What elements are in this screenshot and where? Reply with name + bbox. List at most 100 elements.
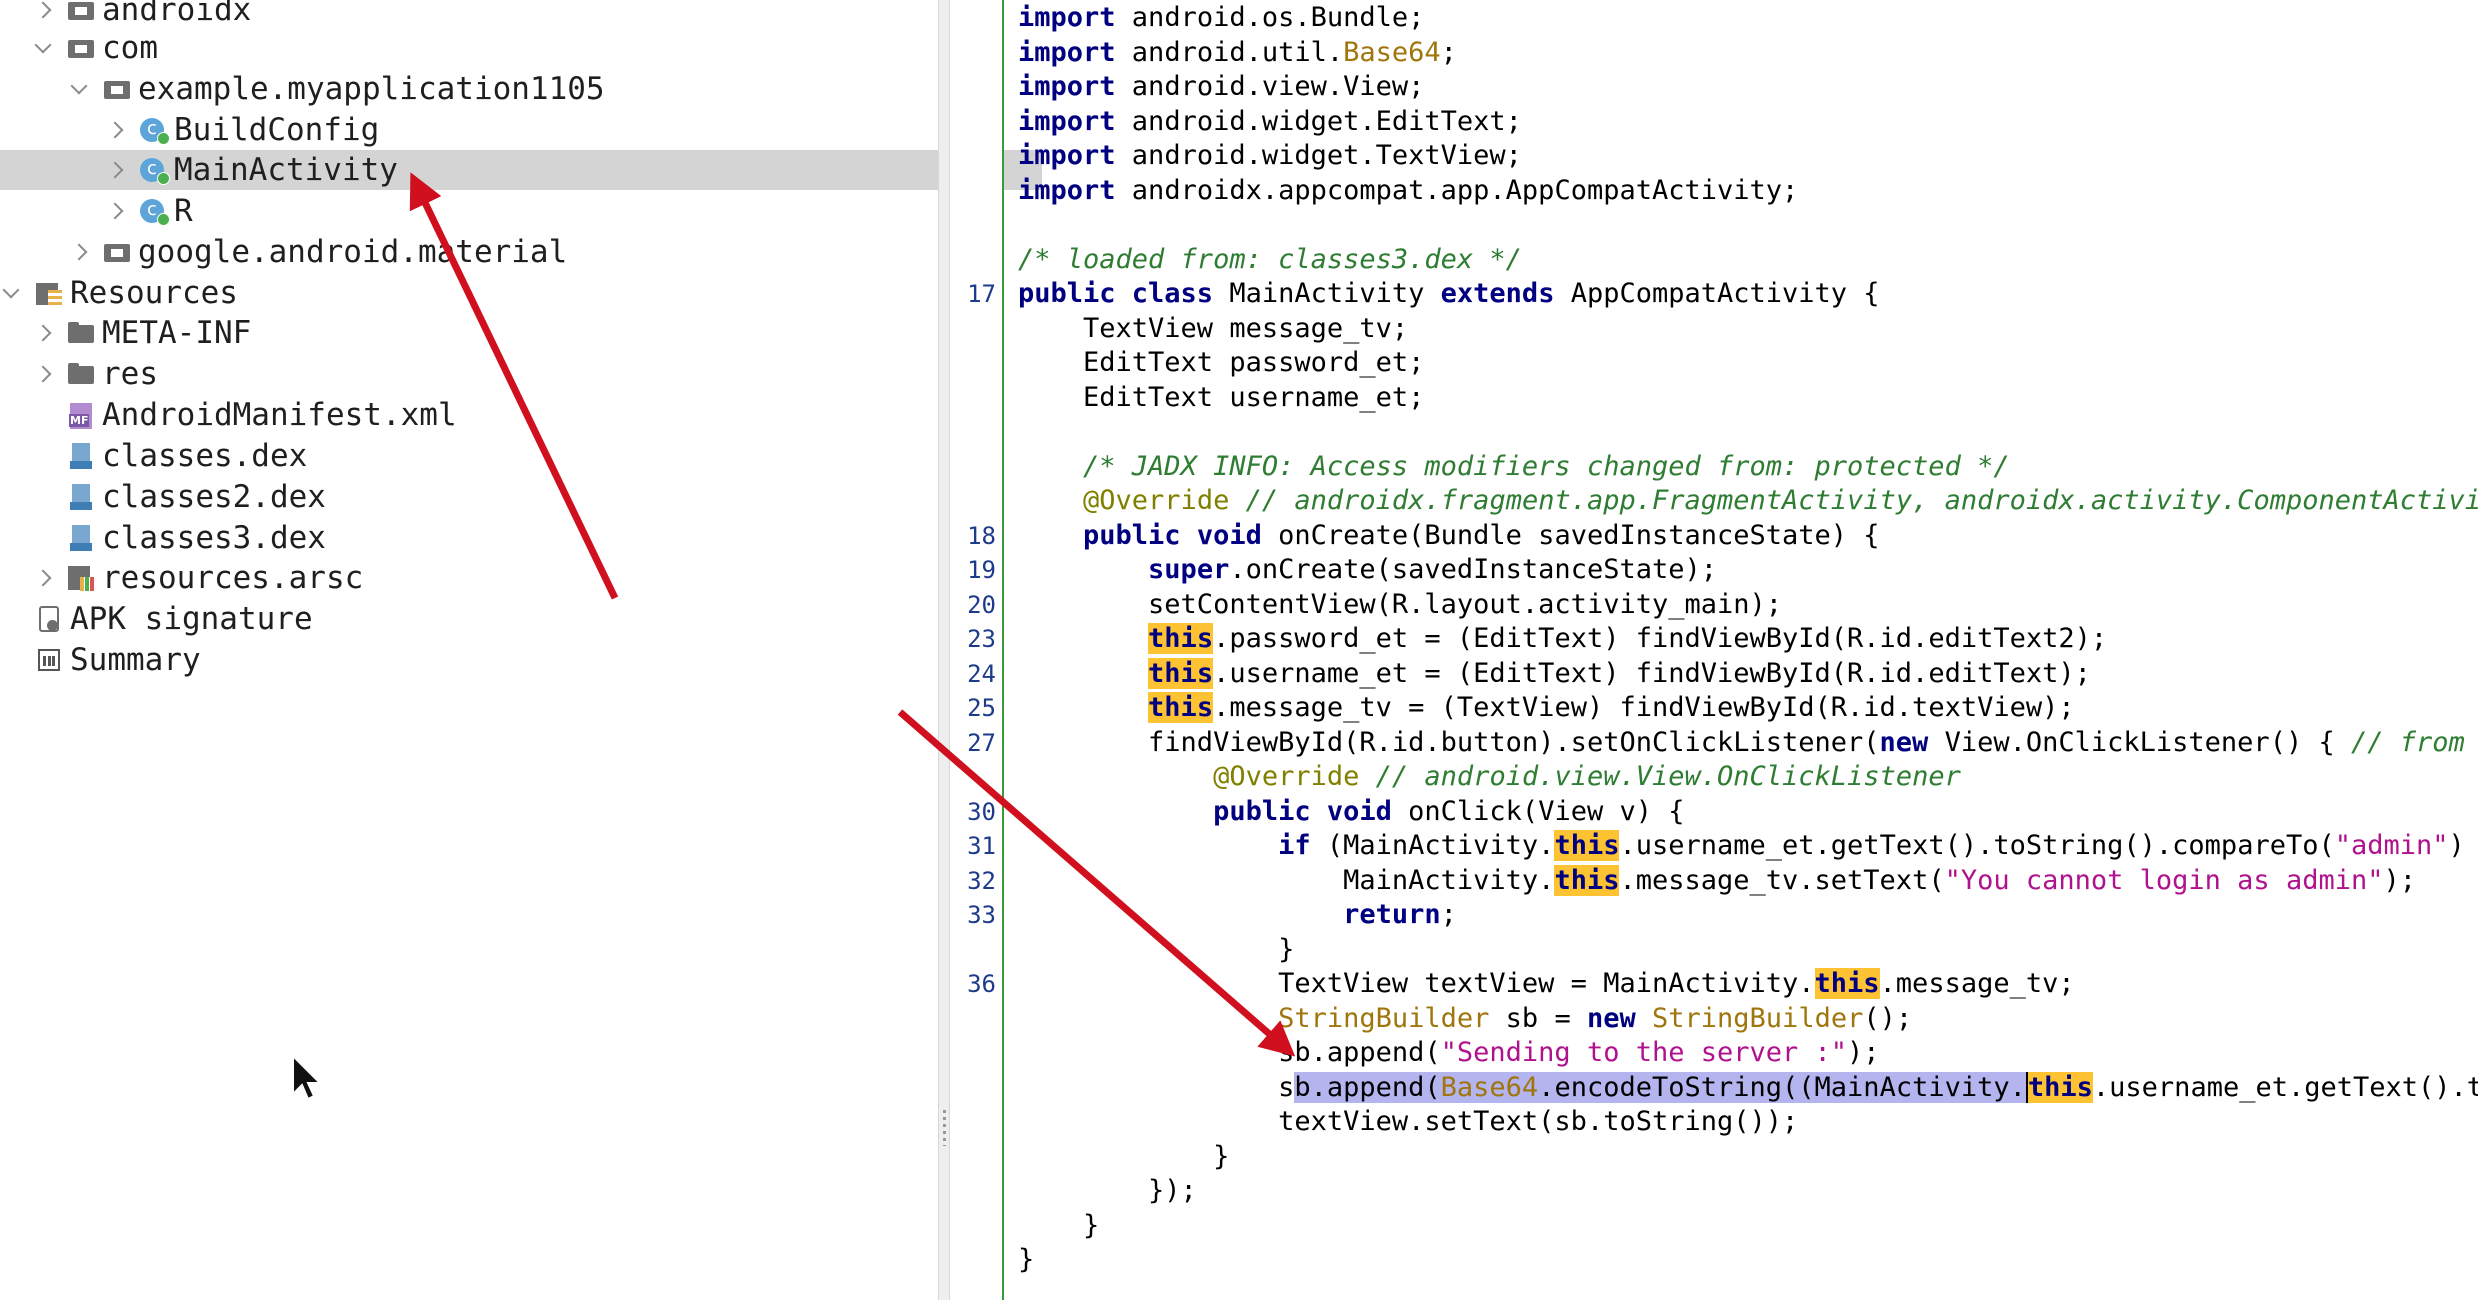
code-token: import xyxy=(1018,105,1116,137)
tree-item[interactable]: com xyxy=(0,28,970,68)
tree-item-label: classes.dex xyxy=(102,438,308,474)
code-token: textView.setText(sb.toString()); xyxy=(1018,1106,1799,1137)
tree-item[interactable]: R xyxy=(0,191,1042,231)
tree-item[interactable]: res xyxy=(0,354,970,394)
tree-item-label: Resources xyxy=(70,275,238,311)
chevron-right-icon[interactable] xyxy=(32,0,54,30)
code-token: this xyxy=(1148,657,1214,689)
chevron-right-icon[interactable] xyxy=(32,313,54,353)
code-token: this xyxy=(1814,968,1880,999)
code-line: } xyxy=(1018,933,1294,968)
chevron-down-icon[interactable] xyxy=(32,28,54,68)
folder-icon xyxy=(66,318,96,348)
code-token: ; xyxy=(1440,899,1457,930)
code-token: import xyxy=(1018,2,1116,33)
line-number: 30 xyxy=(967,797,996,826)
code-line: textView.setText(sb.toString()); xyxy=(1018,1105,1798,1140)
project-tree: androidxcom example.myapplication1105 Buil… xyxy=(0,0,1042,1300)
code-token: /* JADX INFO: Access modifiers changed f… xyxy=(1083,450,2010,482)
code-line: this.message_tv = (TextView) findViewByI… xyxy=(1018,691,2075,726)
chevron-down-icon[interactable] xyxy=(0,273,22,313)
tree-item[interactable]: google.android.material xyxy=(0,232,1006,272)
tree-item[interactable]: resources.arsc xyxy=(0,558,970,598)
code-token: .message_tv.setText( xyxy=(1619,864,1945,896)
tree-item[interactable]: Resources xyxy=(0,273,938,313)
code-token: "Sending to the server :" xyxy=(1440,1037,1848,1068)
code-token: this xyxy=(2025,1071,2093,1103)
code-line: EditText username_et; xyxy=(1018,381,1424,416)
code-token: (MainActivity. xyxy=(1310,830,1555,861)
line-number: 32 xyxy=(967,866,996,895)
line-number: 20 xyxy=(967,590,996,619)
code-token: import xyxy=(1018,36,1116,68)
code-line: TextView textView = MainActivity.this.me… xyxy=(1018,967,2075,1002)
code-token: (); xyxy=(1863,1002,1913,1034)
tree-item-label: AndroidManifest.xml xyxy=(102,397,457,433)
tree-item-label: APK signature xyxy=(70,601,313,637)
line-number: 36 xyxy=(967,970,996,998)
code-token: EditText username_et; xyxy=(1018,381,1425,413)
tree-item[interactable]: example.myapplication1105 xyxy=(0,69,1006,109)
code-token: android.view.View; xyxy=(1115,71,1425,102)
chevron-right-icon[interactable] xyxy=(104,150,126,190)
code-line: @Override // android.view.View.OnClickLi… xyxy=(1018,760,1961,795)
tree-item-label: META-INF xyxy=(102,315,252,351)
code-token: this xyxy=(1148,692,1214,723)
signature-icon xyxy=(34,604,64,634)
manifest-icon xyxy=(66,400,96,430)
line-number: 23 xyxy=(967,625,996,653)
chevron-down-icon[interactable] xyxy=(68,69,90,109)
code-token: ); xyxy=(1847,1037,1880,1068)
tree-item[interactable]: BuildConfig xyxy=(0,110,1042,150)
chevron-right-icon[interactable] xyxy=(104,191,126,231)
code-line: import android.view.View; xyxy=(1018,70,1424,105)
chevron-right-icon[interactable] xyxy=(68,232,90,272)
tree-item[interactable]: MainActivity xyxy=(0,150,1042,190)
code-token: import xyxy=(1018,174,1116,206)
class-icon xyxy=(138,196,170,226)
splitter-grip-icon[interactable] xyxy=(943,1110,946,1146)
code-line: } xyxy=(1018,1209,1099,1244)
tree-item[interactable]: Summary xyxy=(0,640,938,680)
code-token: .username_et.getText().toString().compar… xyxy=(1619,830,2335,861)
code-token: @Override xyxy=(1083,485,1230,516)
code-line: import android.util.Base64; xyxy=(1018,36,1457,71)
code-token: .username_et = (EditText) findViewById(R… xyxy=(1213,657,2091,689)
chevron-right-icon[interactable] xyxy=(32,354,54,394)
code-token: this xyxy=(1554,864,1620,896)
panel-splitter[interactable] xyxy=(938,0,950,1300)
code-line: }); xyxy=(1018,1174,1197,1209)
chevron-right-icon[interactable] xyxy=(32,558,54,598)
tree-item[interactable]: APK signature xyxy=(0,599,938,639)
code-editor[interactable]: import android.os.Bundle; import android.… xyxy=(1004,0,2478,1300)
code-token: this xyxy=(1554,830,1620,861)
code-token: Base64 xyxy=(1343,36,1441,68)
code-line: import android.widget.TextView; xyxy=(1018,139,1522,174)
folder-icon xyxy=(66,359,96,389)
code-line: import android.widget.EditText; xyxy=(1018,105,1522,140)
code-line: import androidx.appcompat.app.AppCompatA… xyxy=(1018,174,1798,209)
code-token: Base64 xyxy=(1440,1071,1539,1103)
code-token: b.append( xyxy=(1294,1071,1441,1103)
code-token: StringBuilder xyxy=(1278,1002,1490,1034)
code-line: super.onCreate(savedInstanceState); xyxy=(1018,553,1717,588)
code-line: /* loaded from: classes3.dex */ xyxy=(1018,243,1522,278)
code-token: // androidx.fragment.app.FragmentActivit… xyxy=(1245,485,2478,516)
tree-item[interactable]: classes.dex xyxy=(0,436,970,476)
tree-item[interactable]: classes3.dex xyxy=(0,518,970,558)
chevron-right-icon[interactable] xyxy=(104,110,126,150)
tree-item-label: resources.arsc xyxy=(102,560,364,596)
tree-item[interactable]: META-INF xyxy=(0,313,970,353)
code-token: ); xyxy=(2383,864,2416,896)
code-token: .password_et = (EditText) findViewById(R… xyxy=(1213,623,2108,654)
tree-item[interactable]: androidx xyxy=(0,0,970,30)
tree-item[interactable]: classes2.dex xyxy=(0,477,970,517)
tree-item[interactable]: AndroidManifest.xml xyxy=(0,395,970,435)
code-token: new xyxy=(1879,726,1929,758)
code-token: MainActivity xyxy=(1213,278,1441,309)
